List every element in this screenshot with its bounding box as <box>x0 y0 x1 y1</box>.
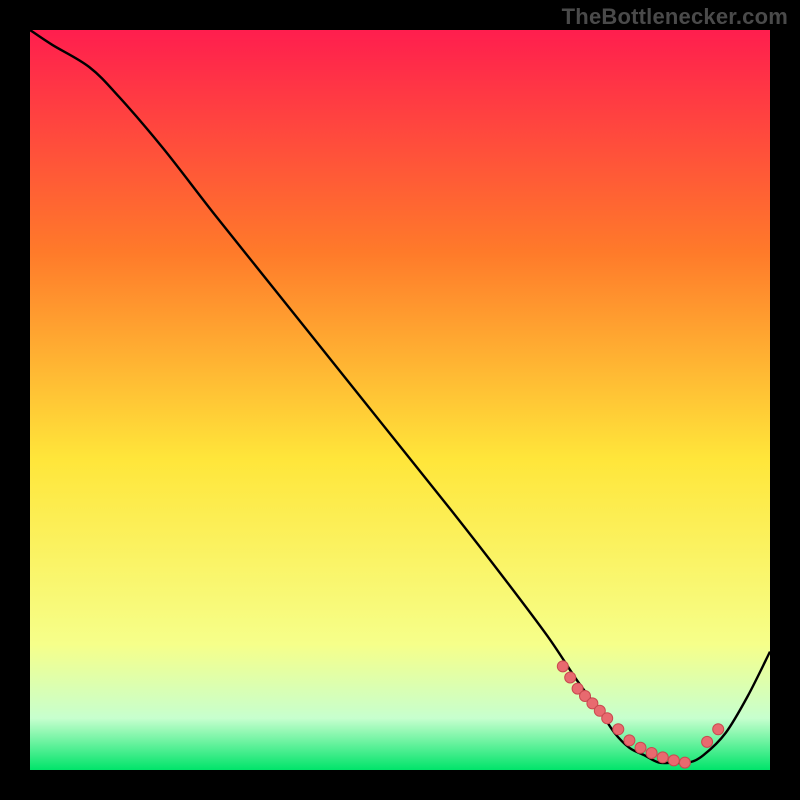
curve-marker <box>624 735 635 746</box>
curve-marker <box>713 724 724 735</box>
chart-frame: TheBottlenecker.com <box>0 0 800 800</box>
curve-marker <box>668 755 679 766</box>
curve-marker <box>635 742 646 753</box>
curve-marker <box>613 724 624 735</box>
curve-marker <box>679 757 690 768</box>
curve-marker <box>657 752 668 763</box>
bottleneck-chart <box>30 30 770 770</box>
curve-marker <box>565 672 576 683</box>
curve-marker <box>557 661 568 672</box>
plot-background <box>30 30 770 770</box>
curve-marker <box>702 736 713 747</box>
curve-marker <box>646 747 657 758</box>
watermark-text: TheBottlenecker.com <box>562 4 788 30</box>
curve-marker <box>602 713 613 724</box>
